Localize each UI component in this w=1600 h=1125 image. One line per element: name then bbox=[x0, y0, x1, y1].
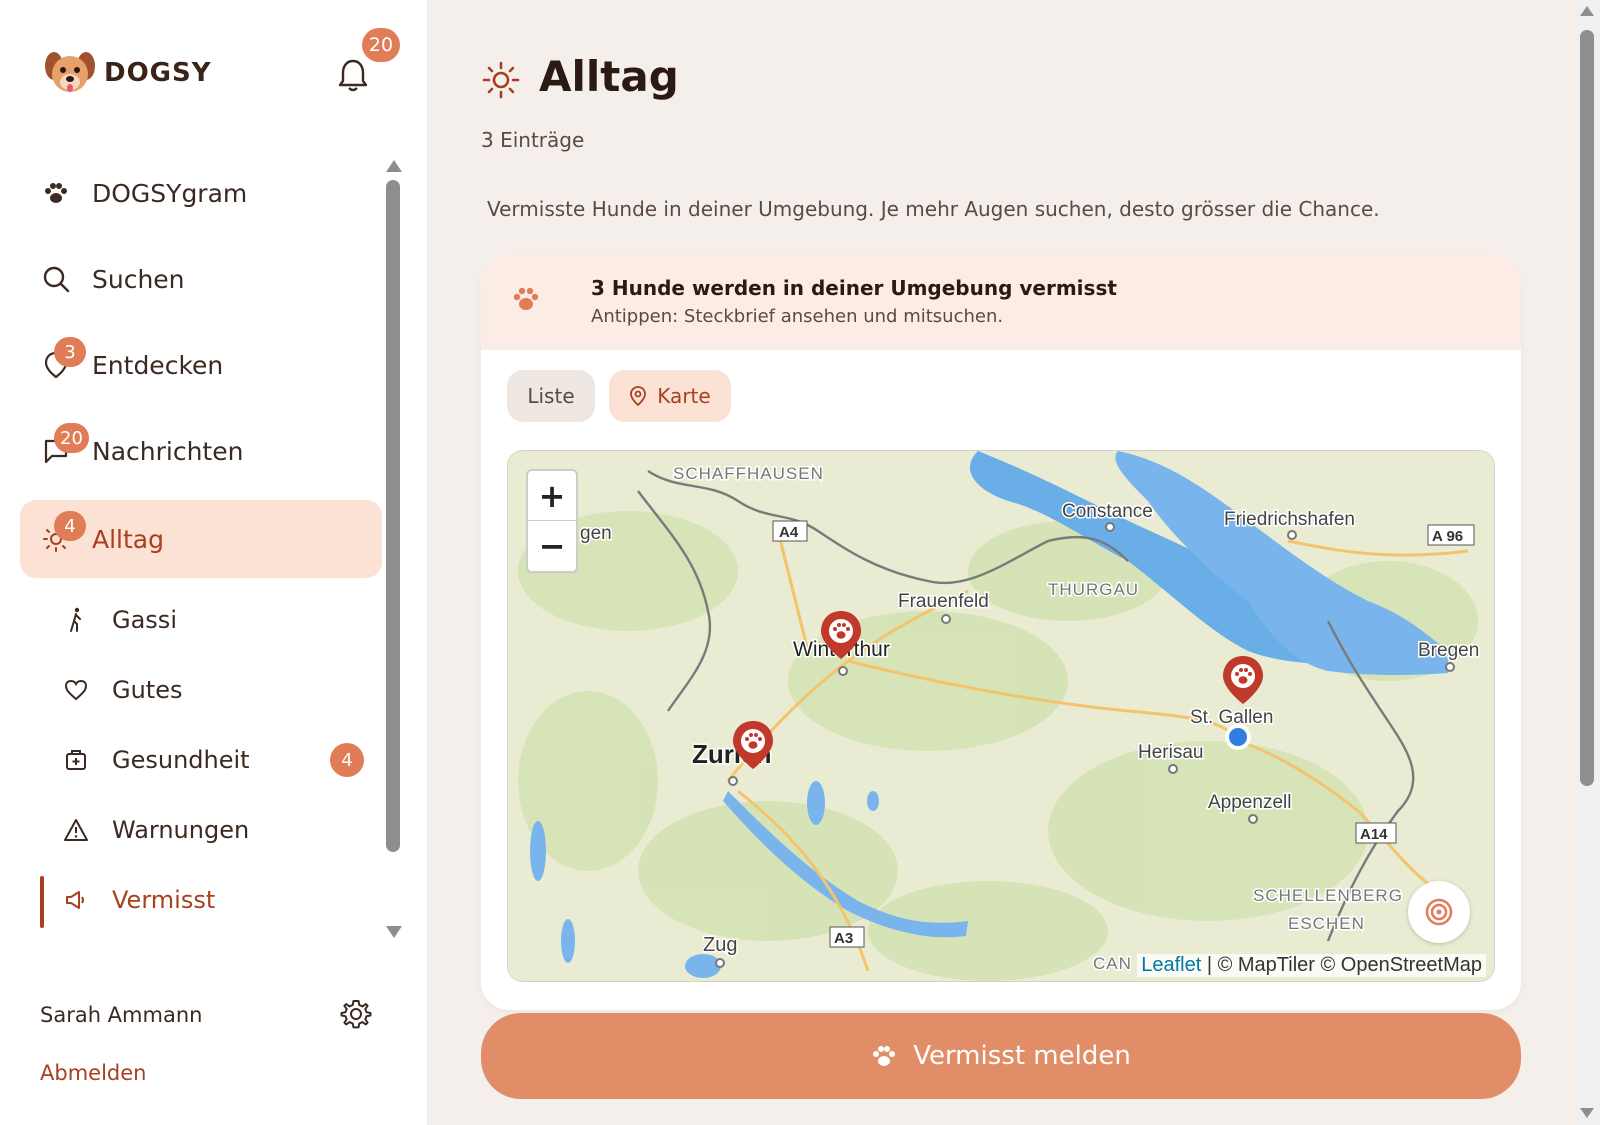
logo-text: DOGSY bbox=[104, 58, 212, 88]
main-content: Alltag 3 Einträge Vermisste Hunde in dei… bbox=[427, 0, 1576, 1125]
place-label: SCHELLENBERG bbox=[1253, 886, 1403, 905]
entdecken-badge: 3 bbox=[54, 337, 86, 367]
sidebar-subitem-gassi[interactable]: Gassi bbox=[62, 590, 372, 650]
search-icon bbox=[42, 265, 70, 293]
place-label: Friedrichshafen bbox=[1224, 509, 1355, 530]
sidebar-item-alltag[interactable]: 4 Alltag bbox=[20, 500, 382, 578]
nachrichten-badge: 20 bbox=[54, 423, 89, 453]
road-label-a96: A 96 bbox=[1432, 528, 1463, 545]
sidebar-subitem-label: Warnungen bbox=[112, 816, 250, 844]
sidebar-item-label: Nachrichten bbox=[92, 436, 244, 466]
map-pin-icon bbox=[630, 386, 647, 406]
place-label: Frauenfeld bbox=[898, 591, 989, 612]
logout-link[interactable]: Abmelden bbox=[40, 1061, 146, 1085]
medical-bag-icon bbox=[62, 746, 90, 774]
entries-count: 3 Einträge bbox=[481, 128, 585, 152]
nav-scroll-down[interactable] bbox=[386, 926, 402, 938]
map-pin-icon: 3 bbox=[42, 337, 86, 379]
user-name: Sarah Ammann bbox=[40, 1003, 203, 1027]
report-missing-label: Vermisst melden bbox=[913, 1041, 1131, 1071]
sidebar: DOGSY 20 DOGSYgram Suchen 3 Entdecken 20… bbox=[0, 0, 427, 1125]
zoom-controls: + − bbox=[526, 469, 578, 573]
road-label-a4: A4 bbox=[779, 524, 799, 541]
zoom-in-button[interactable]: + bbox=[528, 471, 576, 521]
megaphone-icon bbox=[62, 886, 90, 914]
card-subtitle: Antippen: Steckbrief ansehen und mitsuch… bbox=[591, 306, 1004, 327]
sidebar-subitem-label: Vermisst bbox=[112, 886, 216, 914]
map[interactable]: A4 A 96 A14 A3 SCHAFFHAUSEN Constance Fr… bbox=[507, 450, 1495, 982]
map-toggle-label: Karte bbox=[657, 384, 711, 408]
place-label: Bregen bbox=[1418, 640, 1479, 661]
paw-icon bbox=[513, 287, 539, 310]
dog-logo-icon bbox=[45, 52, 95, 92]
paw-icon bbox=[873, 1046, 896, 1066]
map-canvas: A4 A 96 A14 A3 SCHAFFHAUSEN Constance Fr… bbox=[508, 451, 1494, 981]
sidebar-item-label: Suchen bbox=[92, 264, 185, 294]
page-title: Alltag bbox=[539, 52, 679, 101]
gesundheit-badge: 4 bbox=[330, 743, 364, 777]
walk-icon bbox=[62, 606, 90, 634]
place-label: ESCHEN bbox=[1288, 914, 1365, 933]
place-label: SCHAFFHAUSEN bbox=[673, 464, 824, 483]
card-header[interactable]: 3 Hunde werden in deiner Umgebung vermis… bbox=[481, 254, 1521, 350]
paw-icon bbox=[42, 179, 70, 207]
sun-icon bbox=[482, 61, 520, 99]
user-location-marker bbox=[1225, 724, 1251, 750]
sidebar-subitem-label: Gassi bbox=[112, 606, 177, 634]
sidebar-item-label: DOGSYgram bbox=[92, 178, 248, 208]
sidebar-subitem-vermisst[interactable]: Vermisst bbox=[40, 870, 372, 930]
heart-icon bbox=[62, 676, 90, 704]
missing-dogs-card: 3 Hunde werden in deiner Umgebung vermis… bbox=[481, 254, 1521, 1010]
sidebar-subitem-label: Gesundheit bbox=[112, 746, 250, 774]
gear-icon[interactable] bbox=[340, 998, 372, 1030]
place-label: Herisau bbox=[1138, 742, 1203, 763]
nav-scrollbar[interactable] bbox=[386, 180, 400, 852]
sidebar-subitem-gutes[interactable]: Gutes bbox=[62, 660, 372, 720]
place-label: gen bbox=[580, 523, 612, 544]
locate-button[interactable] bbox=[1408, 881, 1470, 943]
sidebar-subitem-label: Gutes bbox=[112, 676, 183, 704]
place-label: Zug bbox=[703, 934, 737, 956]
window-scroll-down[interactable] bbox=[1580, 1108, 1594, 1118]
zoom-out-button[interactable]: − bbox=[528, 521, 576, 571]
window-scrollbar[interactable] bbox=[1580, 30, 1594, 786]
attribution-text: | © MapTiler © OpenStreetMap bbox=[1201, 954, 1482, 976]
sidebar-item-dogsygram[interactable]: DOGSYgram bbox=[20, 154, 382, 232]
sidebar-item-entdecken[interactable]: 3 Entdecken bbox=[20, 326, 382, 404]
sidebar-subitem-gesundheit[interactable]: Gesundheit 4 bbox=[62, 730, 372, 790]
sidebar-item-nachrichten[interactable]: 20 Nachrichten bbox=[20, 412, 382, 490]
sidebar-item-label: Alltag bbox=[92, 524, 164, 554]
notification-badge: 20 bbox=[362, 28, 400, 62]
logo[interactable]: DOGSY bbox=[42, 48, 212, 98]
map-attribution: Leaflet | © MapTiler © OpenStreetMap bbox=[1137, 954, 1486, 977]
place-label: St. Gallen bbox=[1190, 707, 1273, 728]
target-icon bbox=[1425, 898, 1453, 926]
report-missing-button[interactable]: Vermisst melden bbox=[481, 1013, 1521, 1099]
road-label-a3: A3 bbox=[834, 930, 853, 947]
leaflet-link[interactable]: Leaflet bbox=[1141, 954, 1201, 976]
place-label: Appenzell bbox=[1208, 792, 1291, 813]
list-toggle-button[interactable]: Liste bbox=[507, 370, 595, 422]
place-label: THURGAU bbox=[1048, 580, 1139, 599]
warning-icon bbox=[62, 816, 90, 844]
chat-icon: 20 bbox=[42, 423, 89, 465]
alltag-badge: 4 bbox=[54, 511, 86, 541]
place-label: CAN bbox=[1093, 954, 1132, 973]
road-label-a14: A14 bbox=[1360, 826, 1388, 843]
card-title: 3 Hunde werden in deiner Umgebung vermis… bbox=[591, 276, 1117, 300]
window-scroll-up[interactable] bbox=[1580, 6, 1594, 16]
nav-scroll-up[interactable] bbox=[386, 160, 402, 172]
place-label: Constance bbox=[1062, 501, 1153, 522]
sun-icon: 4 bbox=[42, 511, 86, 553]
intro-text: Vermisste Hunde in deiner Umgebung. Je m… bbox=[487, 197, 1380, 221]
bell-icon[interactable] bbox=[338, 58, 368, 92]
sidebar-subitem-warnungen[interactable]: Warnungen bbox=[62, 800, 372, 860]
sidebar-item-suchen[interactable]: Suchen bbox=[20, 240, 382, 318]
sidebar-item-label: Entdecken bbox=[92, 350, 224, 380]
map-toggle-button[interactable]: Karte bbox=[609, 370, 731, 422]
